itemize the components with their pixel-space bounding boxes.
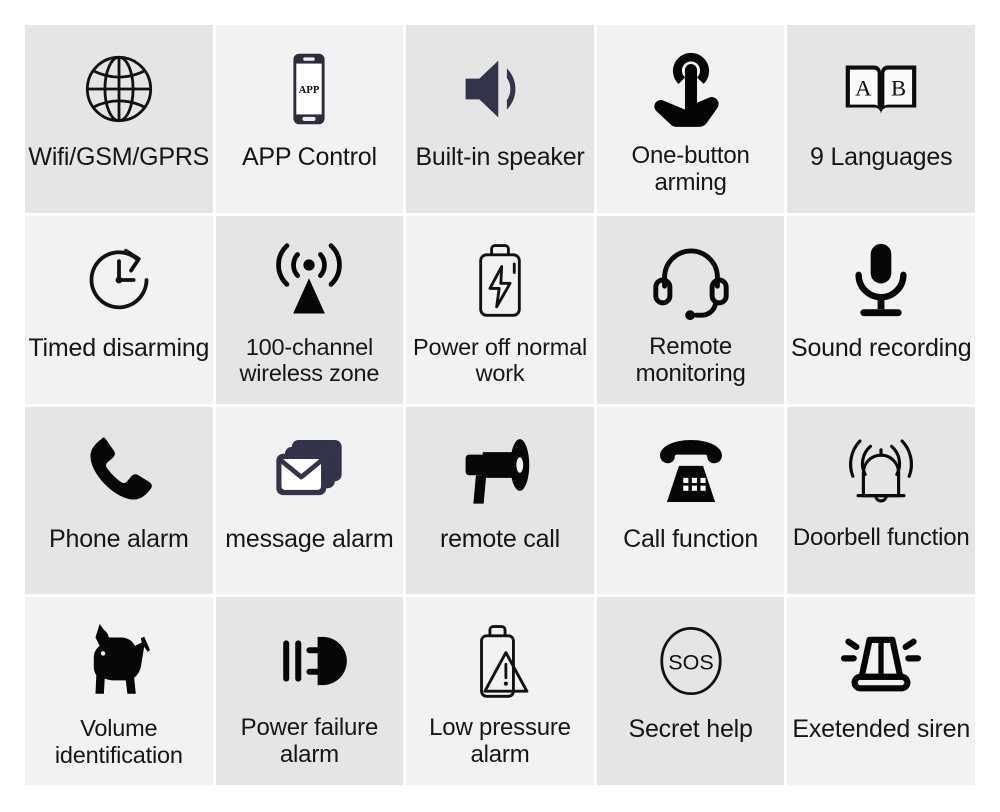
feature-label: Sound recording [790,333,972,362]
feature-cell[interactable]: message alarm [215,406,404,595]
feature-cell[interactable]: Doorbell function [787,406,975,595]
headset-icon [601,230,781,330]
phone-handset-icon [29,421,209,521]
telephone-icon [601,421,781,521]
dog-icon [29,611,209,711]
feature-label: Wifi/GSM/GPRS [28,143,210,171]
feature-cell[interactable]: Timed disarming [25,215,213,404]
battery-bolt-icon [410,230,590,330]
feature-label: Volume identification [54,715,183,768]
feature-cell[interactable]: remote call [406,406,594,595]
feature-cell[interactable]: Power off normal work [406,215,594,404]
feature-grid: Wifi/GSM/GPRS APP APP Control Built-in spea… [25,25,975,785]
svg-text:SOS: SOS [668,651,713,675]
hand-press-button-icon [601,39,781,139]
feature-cell[interactable]: Wifi/GSM/GPRS [25,25,213,213]
feature-label: 100-channel wireless zone [239,333,380,387]
siren-icon [791,611,971,711]
feature-label: remote call [439,524,561,553]
feature-label: Call function [623,524,759,553]
feature-label: 9 Languages [810,143,953,171]
microphone-icon [791,230,971,330]
open-book-ab-icon: AB [791,39,971,139]
feature-label: Low pressure alarm [429,714,571,769]
feature-label: Phone alarm [49,524,189,553]
battery-warning-icon [410,611,590,711]
feature-cell[interactable]: One-button arming [596,25,785,213]
feature-cell[interactable]: Exetended siren [787,597,975,785]
feature-cell[interactable]: APP APP Control [215,25,404,213]
feature-label: APP Control [241,143,377,171]
feature-label: Built-in speaker [415,143,585,171]
feature-cell[interactable]: Phone alarm [25,406,213,595]
power-plug-icon [220,611,400,711]
feature-cell[interactable]: Volume identification [25,597,213,785]
feature-label: Power failure alarm [240,714,379,769]
ringing-bell-icon [791,421,971,521]
feature-label: Remote monitoring [635,332,746,387]
clock-arrow-icon [29,230,209,330]
speaker-icon [410,39,590,139]
feature-label: One-button arming [631,142,750,196]
sos-circle-icon: SOS [601,611,781,711]
feature-label: Doorbell function [792,523,970,551]
feature-cell[interactable]: Built-in speaker [406,25,594,213]
feature-cell[interactable]: SOS Secret help [596,597,785,785]
feature-label: Power off normal work [412,333,587,387]
feature-cell[interactable]: 100-channel wireless zone [215,215,404,404]
feature-label: Exetended siren [792,715,971,744]
feature-cell[interactable]: Power failure alarm [215,597,404,785]
smartphone-app-icon: APP [220,39,400,139]
megaphone-icon [410,421,590,521]
svg-text:B: B [891,76,906,101]
antenna-signal-icon [220,230,400,330]
svg-text:A: A [855,76,872,101]
feature-cell[interactable]: Sound recording [787,215,975,404]
feature-cell[interactable]: Low pressure alarm [406,597,594,785]
feature-cell[interactable]: AB 9 Languages [787,25,975,213]
feature-cell[interactable]: Remote monitoring [596,215,785,404]
feature-label: Secret help [628,715,753,744]
globe-icon [29,39,209,139]
feature-cell[interactable]: Call function [596,406,785,595]
envelope-stack-icon [220,421,400,521]
feature-label: Timed disarming [28,333,210,362]
feature-label: message alarm [225,524,394,553]
svg-text:APP: APP [299,85,320,96]
